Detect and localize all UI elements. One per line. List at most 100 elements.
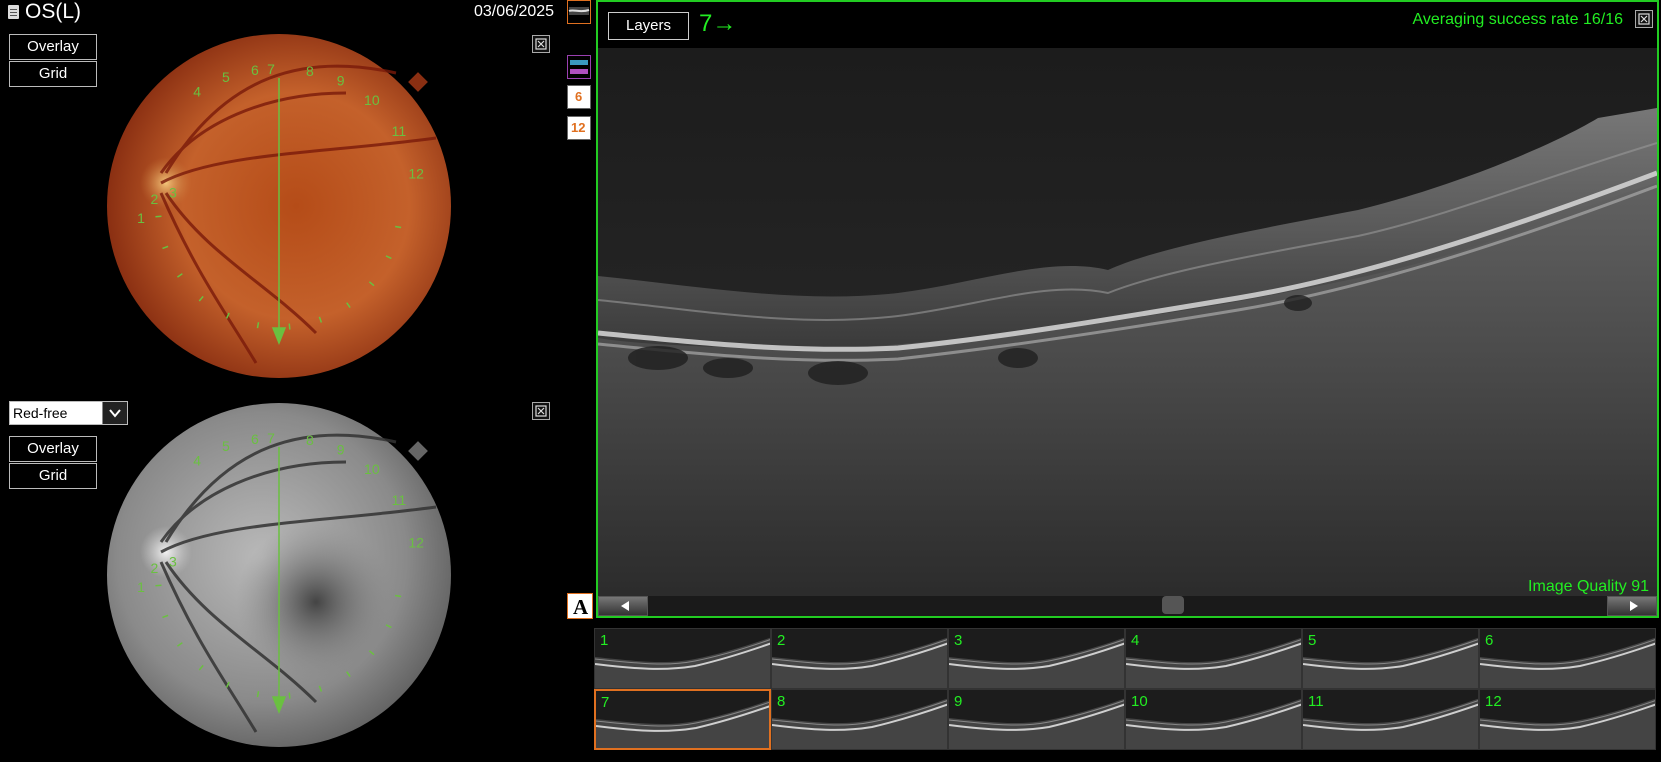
scan-index-label: 7→	[699, 10, 737, 37]
eye-side-text: OS(L)	[25, 0, 82, 23]
thumbnail-bscan-image	[949, 690, 1124, 749]
scan-thumbnail[interactable]: 1	[594, 628, 771, 689]
grid-number-label: 11	[392, 492, 407, 508]
thumbnail-bscan-image	[1480, 629, 1655, 688]
grid-tick	[395, 225, 402, 229]
grid-tick	[256, 322, 260, 329]
grid-number-label: 3	[169, 554, 177, 570]
oct-scan-icon	[568, 7, 590, 15]
layers-icon	[570, 60, 588, 74]
thumbnail-bscan-image	[1303, 629, 1478, 688]
thumbnail-bscan-image	[595, 629, 770, 688]
thumbnail-number: 3	[954, 632, 963, 649]
grid-number-label: 10	[364, 461, 380, 477]
scrollbar-thumb[interactable]	[1162, 596, 1184, 614]
overlay-button-top[interactable]: Overlay	[9, 34, 97, 60]
scan-thumbnail[interactable]: 9	[948, 689, 1125, 750]
color-fundus-image[interactable]: 1 2 3 4 5 6 7 8 9 10 11 12	[106, 33, 452, 379]
expand-icon	[1638, 13, 1650, 25]
thumbnail-number: 6	[1485, 632, 1494, 649]
grid-number-label: 4	[193, 84, 201, 100]
grid-tick	[155, 215, 162, 218]
thumbnail-number: 11	[1308, 693, 1324, 710]
expand-bottom-fundus-button[interactable]	[532, 402, 550, 420]
grid-button-top[interactable]: Grid	[9, 61, 97, 87]
scan-thumbnail[interactable]: 12	[1479, 689, 1656, 750]
annotate-tool[interactable]: A	[567, 593, 593, 619]
grid-12-tool[interactable]: 12	[567, 116, 591, 140]
thumbnail-bscan-image	[1126, 629, 1301, 688]
layers-button[interactable]: Layers	[608, 12, 689, 40]
thumbnail-bscan-image	[772, 629, 947, 688]
scroll-left-button[interactable]	[598, 596, 648, 616]
grid-6-tool[interactable]: 6	[567, 85, 591, 109]
expand-icon	[535, 38, 547, 50]
overlay-button-bottom[interactable]: Overlay	[9, 436, 97, 462]
thumbnail-number: 9	[954, 693, 963, 710]
scroll-right-button[interactable]	[1607, 596, 1657, 616]
scan-thumbnail[interactable]: 4	[1125, 628, 1302, 689]
grid-number-label: 6	[251, 431, 259, 447]
grid-number-label: 9	[337, 441, 345, 457]
annotate-icon: A	[573, 595, 589, 619]
grid-number-label: 9	[337, 72, 345, 88]
thumbnail-number: 4	[1131, 632, 1140, 649]
expand-oct-button[interactable]	[1635, 10, 1653, 28]
image-quality-label: Image Quality 91	[1528, 578, 1649, 595]
thumbnail-number: 7	[601, 694, 610, 711]
thumbnail-number: 1	[600, 632, 609, 649]
expand-top-fundus-button[interactable]	[532, 35, 550, 53]
scan-thumbnail[interactable]: 2	[771, 628, 948, 689]
scan-thumbnail[interactable]: 10	[1125, 689, 1302, 750]
scan-thumbnail[interactable]: 3	[948, 628, 1125, 689]
scan-thumbnail[interactable]: 6	[1479, 628, 1656, 689]
arrow-left-icon	[621, 601, 629, 611]
thumbnail-number: 5	[1308, 632, 1317, 649]
thumbnail-number: 10	[1131, 693, 1148, 710]
layer-tool[interactable]	[567, 55, 591, 79]
grid-tick	[256, 691, 260, 698]
grid-12-label: 12	[571, 120, 586, 135]
scan-thumbnail[interactable]: 5	[1302, 628, 1479, 689]
grid-number-label: 8	[306, 432, 314, 448]
oct-bscan-image[interactable]	[598, 48, 1657, 600]
scan-pattern-tool[interactable]	[567, 0, 591, 24]
grid-number-label: 7	[267, 61, 275, 77]
grid-number-label: 2	[151, 560, 159, 576]
thumbnail-bscan-image	[1126, 690, 1301, 749]
grid-button-bottom[interactable]: Grid	[9, 463, 97, 489]
grid-tick	[288, 323, 291, 330]
oct-bscan-panel[interactable]: Layers 7→ Averaging success rate 16/16 I…	[596, 0, 1659, 618]
scan-scrollbar[interactable]	[598, 596, 1657, 616]
grid-number-label: 2	[151, 191, 159, 207]
grid-number-label: 4	[193, 453, 201, 469]
eye-label: OS(L)	[8, 0, 81, 24]
thumbnail-number: 12	[1485, 693, 1502, 710]
grid-number-label: 11	[392, 123, 407, 139]
grid-number-label: 1	[137, 210, 145, 226]
grid-number-label: 12	[408, 535, 424, 551]
thumbnail-bscan-image	[596, 691, 769, 748]
scan-thumbnail[interactable]: 11	[1302, 689, 1479, 750]
exam-date: 03/06/2025	[474, 3, 555, 20]
filter-select-value: Red-free	[13, 405, 68, 421]
scan-thumbnail[interactable]: 8	[771, 689, 948, 750]
thumbnail-number: 2	[777, 632, 786, 649]
grid-tick	[288, 692, 291, 699]
grid-6-label: 6	[575, 89, 583, 104]
grid-number-label: 7	[267, 430, 275, 446]
grid-number-label: 8	[306, 63, 314, 79]
thumbnail-bscan-image	[949, 629, 1124, 688]
thumbnail-number: 8	[777, 693, 786, 710]
grid-number-label: 12	[408, 166, 424, 182]
grid-tick	[155, 584, 162, 587]
grid-tick	[395, 594, 402, 598]
expand-icon	[535, 405, 547, 417]
red-free-fundus-image[interactable]: 1 2 3 4 5 6 7 8 9 10 11 12	[106, 402, 452, 748]
document-icon	[8, 5, 19, 19]
grid-number-label: 5	[222, 438, 230, 454]
grid-number-label: 5	[222, 69, 230, 85]
scan-thumbnail[interactable]: 7	[594, 689, 771, 750]
grid-number-label: 3	[169, 185, 177, 201]
grid-number-label: 6	[251, 62, 259, 78]
